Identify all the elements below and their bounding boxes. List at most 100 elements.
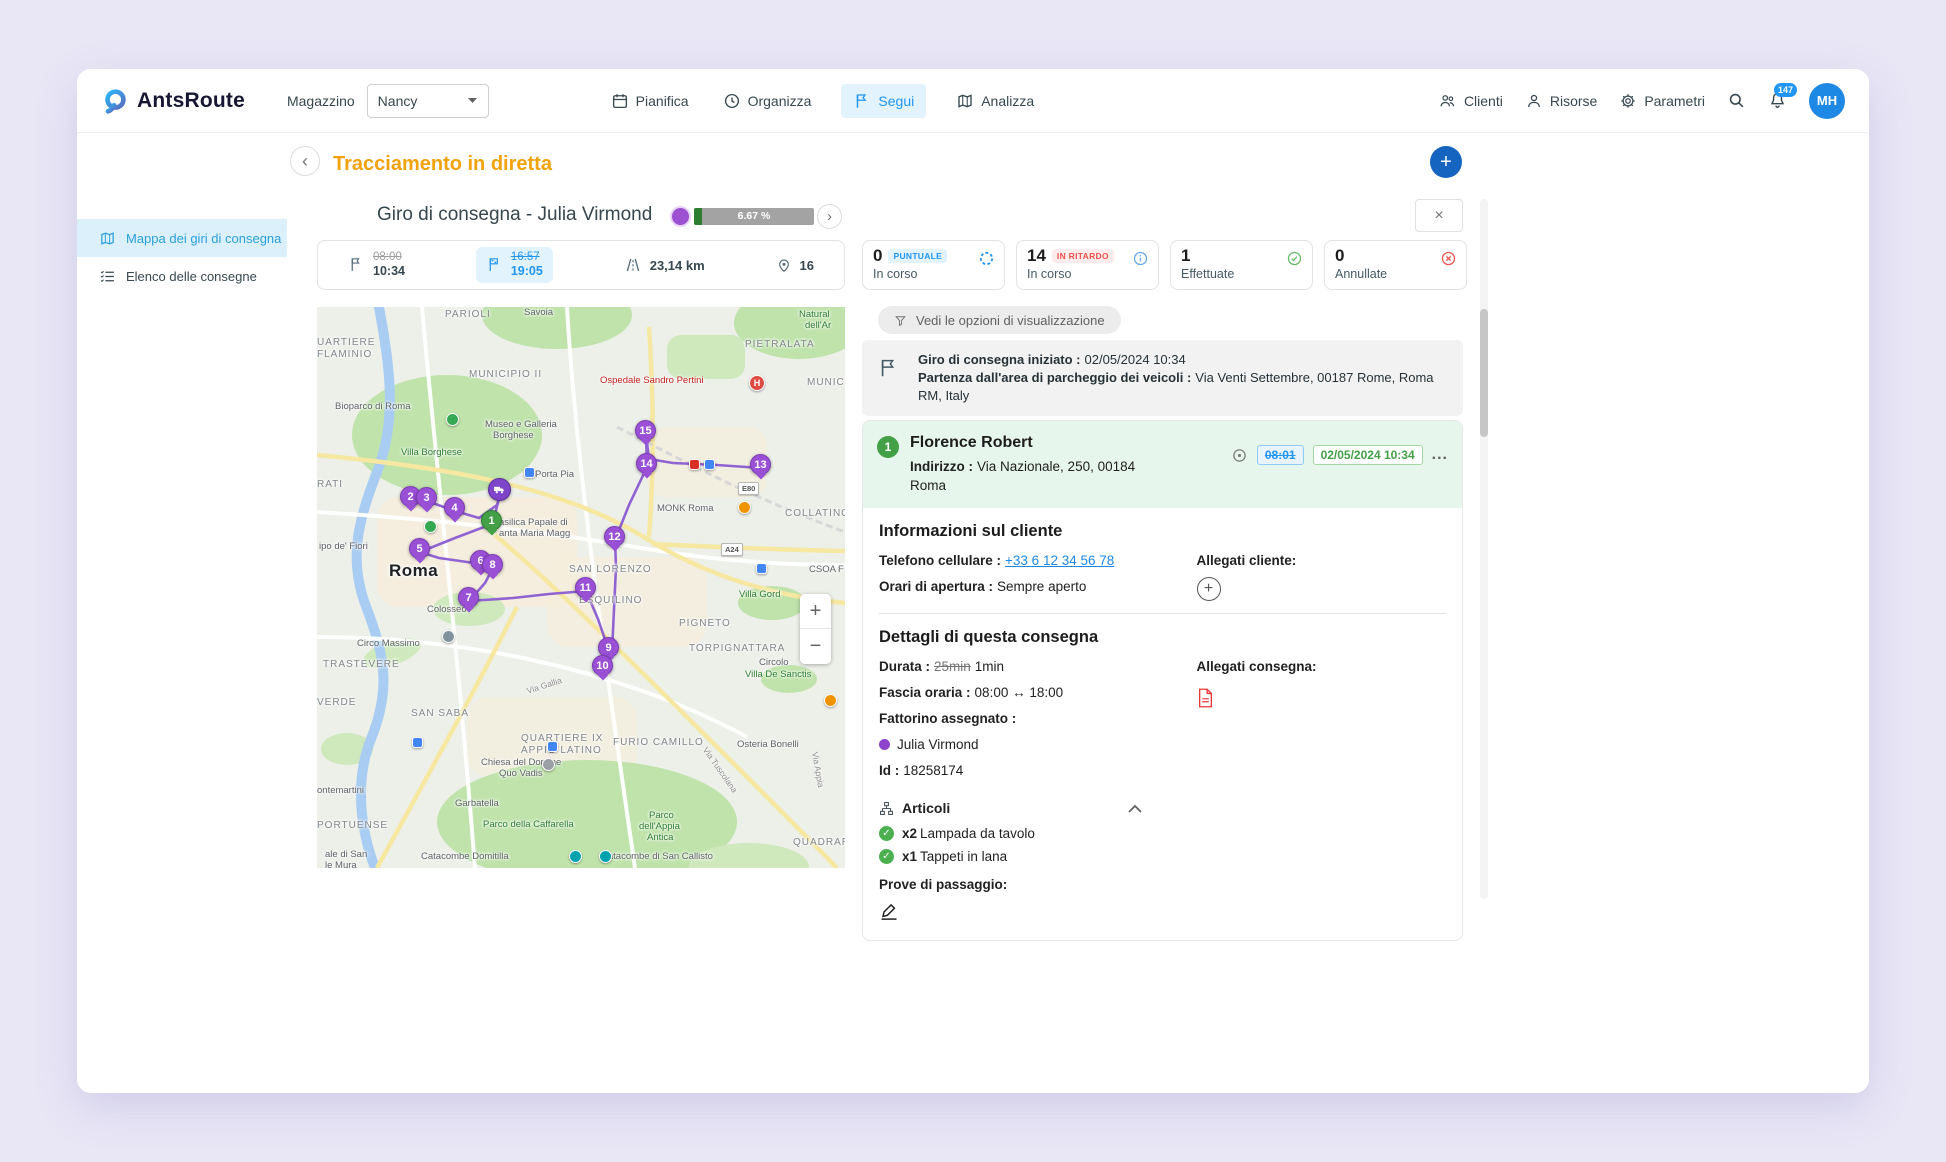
map-marker-3[interactable]: 3 (416, 487, 437, 508)
search-button[interactable] (1727, 91, 1746, 110)
courier-name: Julia Virmond (897, 737, 979, 752)
duration-line: Durata :25min1min (879, 657, 1197, 676)
funnel-icon (894, 314, 907, 327)
view-options-button[interactable]: Vedi le opzioni di visualizzazione (878, 306, 1121, 334)
nav-parametri[interactable]: Parametri (1619, 88, 1705, 114)
client-section-title: Informazioni sul cliente (879, 522, 1446, 541)
map-label: asilica Papale di (499, 517, 568, 528)
gear-icon (1619, 92, 1637, 110)
add-attachment-button[interactable]: + (1197, 577, 1221, 601)
road-shield: E80 (738, 482, 759, 495)
map-label: Villa De Sanctis (745, 669, 811, 680)
stat-card-effettuate: 1 Effettuate (1170, 240, 1313, 290)
map-label: PIGNETO (679, 618, 731, 629)
stat-value: 1 (1181, 246, 1190, 266)
hours-line: Orari di apertura :Sempre aperto (879, 577, 1197, 596)
map-label: Colosseo (427, 604, 467, 615)
sidebar-item-label: Elenco delle consegne (126, 269, 257, 284)
map-marker-11[interactable]: 11 (575, 577, 596, 598)
collapse-articles-button[interactable] (1128, 800, 1142, 815)
map-marker-4[interactable]: 4 (444, 497, 465, 518)
nav-clienti[interactable]: Clienti (1438, 88, 1503, 114)
trip-start-label: Giro di consegna iniziato : (918, 352, 1081, 367)
map-marker-8[interactable]: 8 (482, 554, 503, 575)
map-label: ipo de' Fiori (319, 541, 368, 552)
add-button[interactable]: + (1430, 146, 1462, 178)
checklist-icon (99, 268, 116, 285)
notifications-button[interactable]: 147 (1768, 91, 1787, 110)
map-marker-10[interactable]: 10 (592, 655, 613, 676)
map-label: Parco della Caffarella (483, 819, 574, 830)
target-icon[interactable] (1231, 447, 1248, 464)
pdf-file-icon[interactable] (1197, 688, 1214, 708)
map-marker-7[interactable]: 7 (458, 587, 479, 608)
truck-icon (493, 483, 506, 496)
notification-count-badge: 147 (1774, 83, 1797, 97)
next-route-button[interactable]: › (817, 204, 842, 229)
articles-header: Articoli (879, 800, 1446, 816)
main-content: ‹ Tracciamento in diretta + Giro di cons… (287, 133, 1869, 1093)
main-nav: Pianifica Organizza Segui Analizza (607, 84, 1038, 118)
planned-time-badge[interactable]: 08:01 (1257, 445, 1304, 465)
avatar[interactable]: MH (1809, 83, 1845, 119)
transit-poi-icon (412, 737, 423, 748)
nav-label: Analizza (981, 93, 1034, 109)
nav-label: Risorse (1550, 93, 1597, 109)
flag-icon (853, 92, 871, 110)
sidebar-item-elenco-consegne[interactable]: Elenco delle consegne (77, 257, 287, 295)
delivery-attachments-label: Allegati consegna: (1197, 657, 1446, 676)
map-label: Antica (647, 832, 673, 843)
cancel-circle-icon (1440, 250, 1457, 267)
map-marker-12[interactable]: 12 (604, 526, 625, 547)
trip-start-value: 02/05/2024 10:34 (1085, 352, 1186, 367)
hours-value: Sempre aperto (997, 579, 1086, 594)
article-qty: x2 (902, 826, 917, 841)
map-marker-15[interactable]: 15 (635, 420, 656, 441)
map-label: MONK Roma (657, 503, 713, 514)
delivery-header[interactable]: 1 Florence Robert Indirizzo :Via Naziona… (863, 421, 1462, 508)
stat-card-in-ritardo: 14 IN RITARDO In corso (1016, 240, 1159, 290)
nav-risorse[interactable]: Risorse (1525, 88, 1597, 114)
time-window-label: Fascia oraria : (879, 685, 971, 700)
panel-scrollbar-thumb[interactable] (1480, 309, 1488, 437)
metro-poi-icon (599, 850, 612, 863)
back-button[interactable]: ‹ (290, 146, 320, 176)
close-panel-button[interactable]: × (1415, 199, 1463, 232)
nav-segui[interactable]: Segui (841, 84, 926, 118)
delivery-map[interactable]: + − PARIOLISavoiaNaturaldell'ArUARTIEREF… (317, 307, 845, 868)
map-marker-5[interactable]: 5 (409, 538, 430, 559)
duration-label: Durata : (879, 659, 930, 674)
map-marker-14[interactable]: 14 (636, 453, 657, 474)
stat-value: 0 (1335, 246, 1344, 266)
zoom-out-button[interactable]: − (800, 629, 831, 664)
map-label: Villa Gord (739, 589, 781, 600)
info-icon[interactable] (1132, 250, 1149, 267)
app-window: AntsRoute Magazzino Nancy Pianifica Orga… (77, 69, 1869, 1093)
brand[interactable]: AntsRoute (101, 87, 245, 115)
route-distance-value: 23,14 km (650, 258, 705, 273)
calendar-icon (611, 92, 629, 110)
nav-label: Clienti (1464, 93, 1503, 109)
map-label: Quo Vadis (499, 768, 543, 779)
nav-organizza[interactable]: Organizza (719, 84, 816, 118)
more-options-button[interactable]: ... (1432, 450, 1448, 460)
route-progress-label: 6.67 % (694, 208, 814, 225)
start-actual-time: 10:34 (373, 264, 405, 279)
attraction-poi-icon (442, 630, 455, 643)
signature-icon[interactable] (879, 902, 899, 922)
nav-pianifica[interactable]: Pianifica (607, 84, 693, 118)
map-marker-1[interactable]: 1 (481, 510, 502, 531)
time-window-line: Fascia oraria :08:00 ↔ 18:00 (879, 683, 1197, 702)
map-marker-13[interactable]: 13 (750, 454, 771, 475)
stat-label: Effettuate (1181, 267, 1302, 281)
warehouse-select[interactable]: Nancy (367, 84, 489, 118)
sidebar-item-mappa-giri[interactable]: Mappa dei giri di consegna (77, 219, 287, 257)
phone-link[interactable]: +33 6 12 34 56 78 (1005, 553, 1114, 568)
trip-departure-line: Partenza dall'area di parcheggio dei vei… (918, 369, 1447, 405)
vehicle-marker[interactable] (488, 478, 511, 501)
sidebar: Mappa dei giri di consegna Elenco delle … (77, 133, 287, 1093)
panel-scrollbar-track[interactable] (1480, 199, 1488, 899)
zoom-in-button[interactable]: + (800, 594, 831, 629)
nav-analizza[interactable]: Analizza (952, 84, 1038, 118)
stats-row: 0 PUNTUALE In corso 14 IN RITARDO In cor… (862, 240, 1467, 290)
